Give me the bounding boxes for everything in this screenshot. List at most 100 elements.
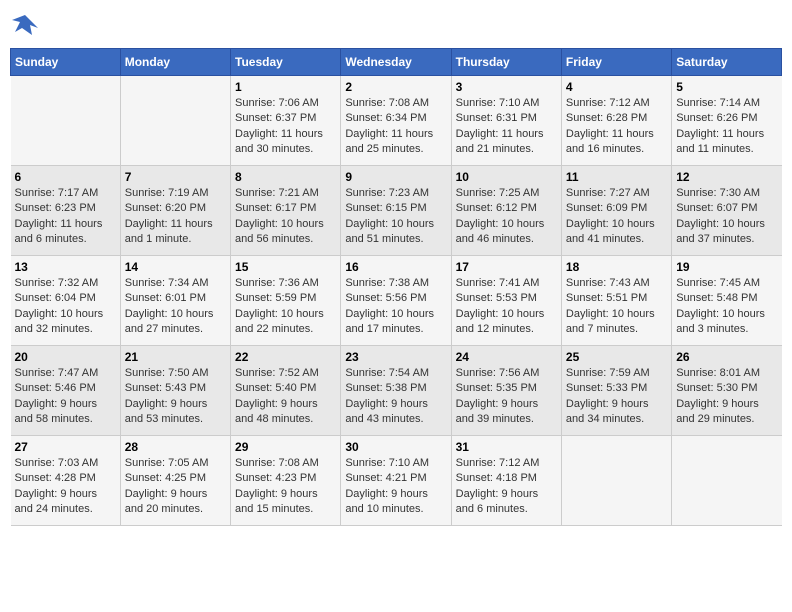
col-header-sunday: Sunday xyxy=(11,49,121,76)
day-info: Sunrise: 7:56 AM Sunset: 5:35 PM Dayligh… xyxy=(456,366,557,428)
col-header-monday: Monday xyxy=(120,49,230,76)
day-number: 30 xyxy=(345,440,446,454)
calendar-cell xyxy=(120,76,230,166)
day-info: Sunrise: 7:17 AM Sunset: 6:23 PM Dayligh… xyxy=(15,186,116,248)
day-number: 28 xyxy=(125,440,226,454)
calendar-cell: 16 Sunrise: 7:38 AM Sunset: 5:56 PM Dayli… xyxy=(341,256,451,346)
day-info: Sunrise: 7:23 AM Sunset: 6:15 PM Dayligh… xyxy=(345,186,446,248)
calendar-cell: 3Sunrise: 7:10 AM Sunset: 6:31 PM Daylig… xyxy=(451,76,561,166)
day-info: Sunrise: 7:06 AM Sunset: 6:37 PM Dayligh… xyxy=(235,96,336,158)
calendar-cell: 11 Sunrise: 7:27 AM Sunset: 6:09 PM Dayli… xyxy=(561,166,671,256)
day-number: 9 xyxy=(345,170,446,184)
calendar-cell: 7 Sunrise: 7:19 AM Sunset: 6:20 PM Daylig… xyxy=(120,166,230,256)
calendar-cell: 13 Sunrise: 7:32 AM Sunset: 6:04 PM Dayli… xyxy=(11,256,121,346)
calendar-cell xyxy=(11,76,121,166)
calendar-cell: 15 Sunrise: 7:36 AM Sunset: 5:59 PM Dayli… xyxy=(231,256,341,346)
calendar-cell: 23 Sunrise: 7:54 AM Sunset: 5:38 PM Dayli… xyxy=(341,346,451,436)
calendar-cell xyxy=(561,436,671,526)
day-info: Sunrise: 7:50 AM Sunset: 5:43 PM Dayligh… xyxy=(125,366,226,428)
calendar-week-0: 1 Sunrise: 7:06 AM Sunset: 6:37 PM Daylig… xyxy=(11,76,782,166)
col-header-friday: Friday xyxy=(561,49,671,76)
day-info: Sunrise: 7:08 AM Sunset: 6:34 PM Dayligh… xyxy=(345,96,446,158)
day-number: 4 xyxy=(566,80,667,94)
day-number: 20 xyxy=(15,350,116,364)
calendar-cell: 9 Sunrise: 7:23 AM Sunset: 6:15 PM Daylig… xyxy=(341,166,451,256)
calendar-cell: 19Sunrise: 7:45 AM Sunset: 5:48 PM Dayli… xyxy=(672,256,782,346)
day-number: 17 xyxy=(456,260,557,274)
day-info: Sunrise: 7:47 AM Sunset: 5:46 PM Dayligh… xyxy=(15,366,116,428)
day-number: 2 xyxy=(345,80,446,94)
day-number: 5 xyxy=(676,80,777,94)
calendar-cell: 18 Sunrise: 7:43 AM Sunset: 5:51 PM Dayli… xyxy=(561,256,671,346)
logo xyxy=(10,10,44,40)
day-number: 21 xyxy=(125,350,226,364)
day-info: Sunrise: 7:25 AM Sunset: 6:12 PM Dayligh… xyxy=(456,186,557,248)
calendar-week-2: 13 Sunrise: 7:32 AM Sunset: 6:04 PM Dayli… xyxy=(11,256,782,346)
day-info: Sunrise: 7:08 AM Sunset: 4:23 PM Dayligh… xyxy=(235,456,336,518)
day-info: Sunrise: 7:45 AM Sunset: 5:48 PM Dayligh… xyxy=(676,276,777,338)
calendar-cell: 17 Sunrise: 7:41 AM Sunset: 5:53 PM Dayli… xyxy=(451,256,561,346)
day-number: 22 xyxy=(235,350,336,364)
day-number: 10 xyxy=(456,170,557,184)
calendar-cell: 22 Sunrise: 7:52 AM Sunset: 5:40 PM Dayli… xyxy=(231,346,341,436)
day-info: Sunrise: 7:36 AM Sunset: 5:59 PM Dayligh… xyxy=(235,276,336,338)
day-info: Sunrise: 7:38 AM Sunset: 5:56 PM Dayligh… xyxy=(345,276,446,338)
calendar-table: SundayMondayTuesdayWednesdayThursdayFrid… xyxy=(10,48,782,526)
calendar-cell: 10 Sunrise: 7:25 AM Sunset: 6:12 PM Dayli… xyxy=(451,166,561,256)
day-number: 6 xyxy=(15,170,116,184)
day-number: 23 xyxy=(345,350,446,364)
day-number: 12 xyxy=(676,170,777,184)
calendar-cell: 12 Sunrise: 7:30 AM Sunset: 6:07 PM Dayli… xyxy=(672,166,782,256)
day-number: 8 xyxy=(235,170,336,184)
day-info: Sunrise: 7:54 AM Sunset: 5:38 PM Dayligh… xyxy=(345,366,446,428)
day-number: 27 xyxy=(15,440,116,454)
day-number: 26 xyxy=(676,350,777,364)
calendar-week-4: 27 Sunrise: 7:03 AM Sunset: 4:28 PM Dayli… xyxy=(11,436,782,526)
calendar-cell: 25Sunrise: 7:59 AM Sunset: 5:33 PM Dayli… xyxy=(561,346,671,436)
day-info: Sunrise: 8:01 AM Sunset: 5:30 PM Dayligh… xyxy=(676,366,777,428)
calendar-cell xyxy=(672,436,782,526)
day-number: 15 xyxy=(235,260,336,274)
day-number: 25 xyxy=(566,350,667,364)
day-number: 29 xyxy=(235,440,336,454)
calendar-cell: 4Sunrise: 7:12 AM Sunset: 6:28 PM Daylig… xyxy=(561,76,671,166)
day-info: Sunrise: 7:41 AM Sunset: 5:53 PM Dayligh… xyxy=(456,276,557,338)
day-info: Sunrise: 7:03 AM Sunset: 4:28 PM Dayligh… xyxy=(15,456,116,518)
day-info: Sunrise: 7:30 AM Sunset: 6:07 PM Dayligh… xyxy=(676,186,777,248)
day-info: Sunrise: 7:05 AM Sunset: 4:25 PM Dayligh… xyxy=(125,456,226,518)
day-info: Sunrise: 7:14 AM Sunset: 6:26 PM Dayligh… xyxy=(676,96,777,158)
calendar-cell: 8 Sunrise: 7:21 AM Sunset: 6:17 PM Daylig… xyxy=(231,166,341,256)
calendar-cell: 5 Sunrise: 7:14 AM Sunset: 6:26 PM Daylig… xyxy=(672,76,782,166)
calendar-cell: 24Sunrise: 7:56 AM Sunset: 5:35 PM Dayli… xyxy=(451,346,561,436)
day-info: Sunrise: 7:21 AM Sunset: 6:17 PM Dayligh… xyxy=(235,186,336,248)
day-number: 1 xyxy=(235,80,336,94)
calendar-cell: 21 Sunrise: 7:50 AM Sunset: 5:43 PM Dayli… xyxy=(120,346,230,436)
day-info: Sunrise: 7:34 AM Sunset: 6:01 PM Dayligh… xyxy=(125,276,226,338)
day-number: 7 xyxy=(125,170,226,184)
col-header-tuesday: Tuesday xyxy=(231,49,341,76)
day-info: Sunrise: 7:52 AM Sunset: 5:40 PM Dayligh… xyxy=(235,366,336,428)
logo-icon xyxy=(10,10,40,40)
calendar-cell: 27 Sunrise: 7:03 AM Sunset: 4:28 PM Dayli… xyxy=(11,436,121,526)
calendar-week-1: 6 Sunrise: 7:17 AM Sunset: 6:23 PM Daylig… xyxy=(11,166,782,256)
day-number: 3 xyxy=(456,80,557,94)
col-header-wednesday: Wednesday xyxy=(341,49,451,76)
calendar-cell: 26 Sunrise: 8:01 AM Sunset: 5:30 PM Dayli… xyxy=(672,346,782,436)
calendar-cell: 6 Sunrise: 7:17 AM Sunset: 6:23 PM Daylig… xyxy=(11,166,121,256)
page-header xyxy=(10,10,782,40)
day-number: 18 xyxy=(566,260,667,274)
day-info: Sunrise: 7:27 AM Sunset: 6:09 PM Dayligh… xyxy=(566,186,667,248)
day-number: 16 xyxy=(345,260,446,274)
day-number: 13 xyxy=(15,260,116,274)
calendar-week-3: 20 Sunrise: 7:47 AM Sunset: 5:46 PM Dayli… xyxy=(11,346,782,436)
calendar-cell: 2 Sunrise: 7:08 AM Sunset: 6:34 PM Daylig… xyxy=(341,76,451,166)
calendar-cell: 29 Sunrise: 7:08 AM Sunset: 4:23 PM Dayli… xyxy=(231,436,341,526)
day-info: Sunrise: 7:10 AM Sunset: 4:21 PM Dayligh… xyxy=(345,456,446,518)
day-info: Sunrise: 7:19 AM Sunset: 6:20 PM Dayligh… xyxy=(125,186,226,248)
day-info: Sunrise: 7:32 AM Sunset: 6:04 PM Dayligh… xyxy=(15,276,116,338)
day-number: 11 xyxy=(566,170,667,184)
col-header-saturday: Saturday xyxy=(672,49,782,76)
calendar-cell: 30 Sunrise: 7:10 AM Sunset: 4:21 PM Dayli… xyxy=(341,436,451,526)
calendar-cell: 14Sunrise: 7:34 AM Sunset: 6:01 PM Dayli… xyxy=(120,256,230,346)
day-info: Sunrise: 7:43 AM Sunset: 5:51 PM Dayligh… xyxy=(566,276,667,338)
